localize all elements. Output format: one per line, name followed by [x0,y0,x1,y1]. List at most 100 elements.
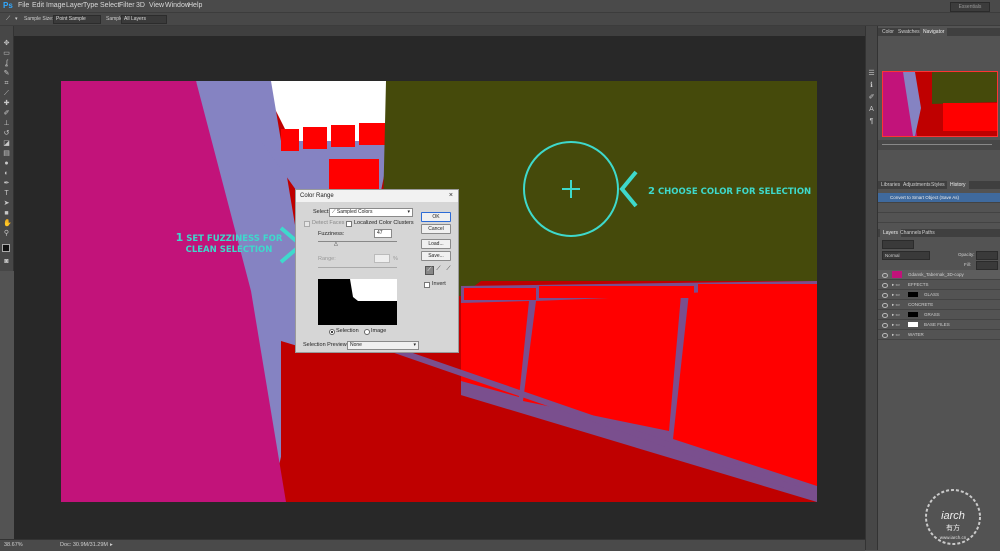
eyedropper-tool-icon[interactable]: ⟋ [6,13,10,25]
history-item[interactable] [878,203,1000,213]
eyedropper-icon[interactable]: ⟋ [3,90,10,97]
move-tool-icon[interactable]: ✥ [3,40,10,47]
photoshop-logo[interactable]: Ps [3,0,13,12]
layer-group-row[interactable]: ▸ ▭ CONCRETE [878,300,1000,310]
shape-tool-icon[interactable]: ■ [3,210,10,217]
visibility-eye-icon[interactable] [882,293,888,298]
menu-layer[interactable]: Layer [66,0,84,12]
layer-row[interactable]: Gdansk_Tabernak_3D-copy [878,270,1000,280]
save-button[interactable]: Save... [421,251,451,261]
crop-tool-icon[interactable]: ⌗ [3,80,10,87]
visibility-eye-icon[interactable] [882,303,888,308]
history-brush-icon[interactable]: ↺ [3,130,10,137]
menu-window[interactable]: Window [165,0,190,12]
info-panel-icon[interactable]: ℹ [868,82,875,89]
menu-edit[interactable]: Edit [32,0,44,12]
layer-group-row[interactable]: ▸ ▭ GRASS [878,310,1000,320]
select-dropdown[interactable]: ⟋ Sampled Colors ▾ [329,208,413,217]
layer-mask-thumbnail [908,312,918,317]
detect-faces-checkbox[interactable] [304,221,310,227]
sample-size-select[interactable]: Point Sample [53,15,101,24]
menu-file[interactable]: File [18,0,29,12]
blur-tool-icon[interactable]: ● [3,160,10,167]
selection-radio[interactable] [329,329,335,335]
brush-tool-icon[interactable]: ✐ [3,110,10,117]
layer-group-row[interactable]: ▸ ▭ GLASS [878,290,1000,300]
zoom-level[interactable]: 38.67% [4,540,23,551]
tab-color[interactable]: Color [882,28,894,36]
menu-3d[interactable]: 3D [136,0,145,12]
fuzziness-input[interactable]: 47 [374,229,392,238]
tab-swatches[interactable]: Swatches [898,28,920,36]
tab-paths[interactable]: Paths [922,229,935,237]
eraser-tool-icon[interactable]: ◪ [3,140,10,147]
quick-select-tool-icon[interactable]: ✎ [3,70,10,77]
paragraph-panel-icon[interactable]: ¶ [868,118,875,125]
layer-group-row[interactable]: ▸ ▭ EFFECTS [878,280,1000,290]
path-select-icon[interactable]: ➤ [3,200,10,207]
workspace-switcher[interactable]: Essentials [950,2,990,12]
history-item[interactable] [878,213,1000,223]
opacity-input[interactable] [976,251,998,260]
hand-tool-icon[interactable]: ✋ [3,220,12,227]
color-range-dialog[interactable]: Color Range × Select: ⟋ Sampled Colors ▾ … [295,189,459,353]
menu-filter[interactable]: Filter [119,0,135,12]
quick-mask-icon[interactable]: ◙ [3,258,10,265]
pen-tool-icon[interactable]: ✒ [3,180,10,187]
fuzziness-slider-thumb[interactable]: △ [334,241,338,247]
menu-help[interactable]: Help [188,0,202,12]
gradient-tool-icon[interactable]: ▤ [3,150,10,157]
selection-preview-select[interactable]: None ▾ [347,341,419,350]
visibility-eye-icon[interactable] [882,313,888,318]
layer-group-row[interactable]: ▸ ▭ WATER [878,330,1000,340]
zoom-tool-icon[interactable]: ⚲ [3,230,10,237]
tab-history[interactable]: History [947,181,969,189]
navigator-zoom-slider[interactable] [882,144,992,145]
menu-select[interactable]: Select [100,0,119,12]
eyedropper-sample-icon[interactable]: ⟋ [425,266,434,275]
menu-image[interactable]: Image [46,0,65,12]
type-tool-icon[interactable]: T [3,190,10,197]
ok-button[interactable]: OK [421,212,451,222]
tab-channels[interactable]: Channels [900,229,921,237]
visibility-eye-icon[interactable] [882,273,888,278]
foreground-color-swatch[interactable] [2,244,10,252]
localized-clusters-checkbox[interactable] [346,221,352,227]
tab-styles[interactable]: Styles [931,181,945,189]
image-radio[interactable] [364,329,370,335]
blend-mode-select[interactable]: Normal [882,251,930,260]
clone-stamp-icon[interactable]: ⊥ [3,120,10,127]
cancel-button[interactable]: Cancel [421,224,451,234]
sample-select[interactable]: All Layers [121,15,167,24]
healing-brush-icon[interactable]: ✚ [3,100,10,107]
fuzziness-slider-track[interactable] [318,241,397,242]
fill-input[interactable] [976,261,998,270]
visibility-eye-icon[interactable] [882,283,888,288]
eyedropper-add-icon[interactable]: ⟋ [435,266,442,273]
dialog-titlebar[interactable]: Color Range × [296,190,458,202]
history-item[interactable]: Convert to Smart Object (Save As) [878,193,1000,203]
status-arrow-icon[interactable]: ▸ [110,540,113,551]
load-button[interactable]: Load... [421,239,451,249]
lasso-tool-icon[interactable]: ʆ [3,60,10,67]
properties-panel-icon[interactable]: ☰ [868,70,875,77]
eyedropper-subtract-icon[interactable]: ⟋ [445,266,452,273]
navigator-thumbnail[interactable] [882,71,998,137]
layer-group-row[interactable]: ▸ ▭ BASE FILES [878,320,1000,330]
brush-panel-icon[interactable]: ✐ [868,94,875,101]
visibility-eye-icon[interactable] [882,333,888,338]
tab-libraries[interactable]: Libraries [881,181,900,189]
menu-type[interactable]: Type [83,0,98,12]
layer-filter-select[interactable] [882,240,914,249]
invert-checkbox[interactable] [424,282,430,288]
character-panel-icon[interactable]: A [868,106,875,113]
menu-view[interactable]: View [149,0,164,12]
tool-preset-arrow-icon[interactable]: ▾ [15,13,18,25]
tab-navigator[interactable]: Navigator [920,28,948,36]
visibility-eye-icon[interactable] [882,323,888,328]
tab-layers[interactable]: Layers [880,229,902,237]
tab-adjustments[interactable]: Adjustments [903,181,931,189]
close-icon[interactable]: × [449,190,453,202]
marquee-tool-icon[interactable]: ▭ [3,50,10,57]
dodge-tool-icon[interactable]: ◐ [3,170,10,177]
